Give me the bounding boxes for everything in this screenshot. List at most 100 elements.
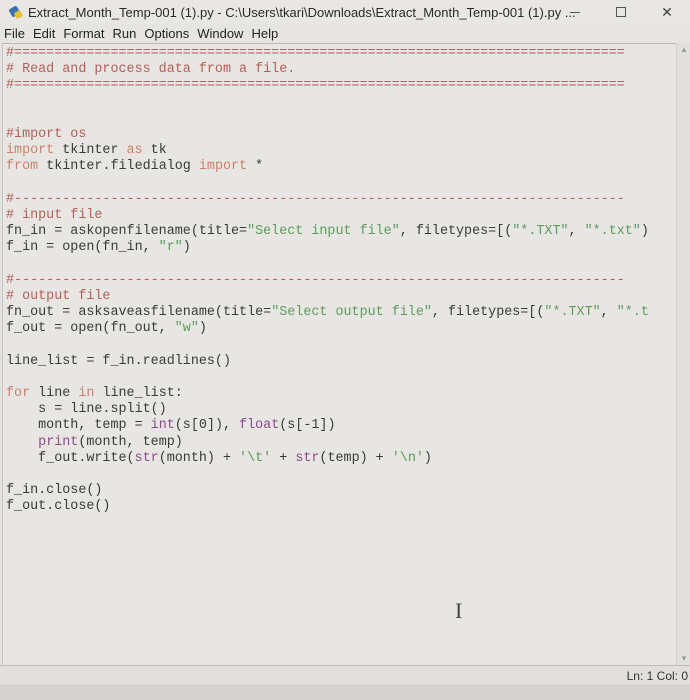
text-cursor-icon: I [455, 598, 463, 623]
code-line[interactable]: fn_in = askopenfilename(title="Select in… [6, 224, 649, 240]
code-line[interactable]: f_out = open(fn_out, "w") [6, 321, 649, 337]
status-bar: Ln: 1 Col: 0 [0, 665, 690, 685]
menu-file[interactable]: File [1, 26, 28, 41]
code-editor[interactable]: #=======================================… [2, 43, 676, 665]
code-token-kw: in [78, 385, 95, 401]
minimize-button[interactable] [552, 0, 598, 24]
code-line[interactable] [6, 111, 649, 127]
code-token-bi: print [38, 434, 79, 450]
code-token-def: line_list = f_in.readlines() [6, 353, 231, 369]
code-line[interactable]: for line in line_list: [6, 386, 649, 402]
code-token-bi: float [239, 418, 280, 434]
code-token-str: "r" [158, 240, 183, 256]
cursor-position: Ln: 1 Col: 0 [626, 669, 688, 683]
code-token-def: * [247, 159, 264, 175]
code-line[interactable]: fn_out = asksaveasfilename(title="Select… [6, 305, 649, 321]
code-line[interactable]: line_list = f_in.readlines() [6, 354, 649, 370]
code-token-kw: as [126, 143, 143, 159]
code-token-def [6, 435, 38, 450]
code-token-def: ) [198, 321, 207, 337]
title-bar[interactable]: Extract_Month_Temp-001 (1).py - C:\Users… [0, 0, 690, 24]
code-line[interactable]: f_in.close() [6, 483, 649, 499]
code-text[interactable]: #=======================================… [6, 46, 649, 515]
code-token-def: f_out.write( [6, 450, 135, 466]
code-token-def: tkinter [54, 143, 127, 159]
code-token-def: f_in.close() [6, 483, 103, 499]
code-line[interactable]: from tkinter.filedialog import * [6, 159, 649, 175]
code-token-bi: int [150, 418, 175, 434]
code-line[interactable] [6, 176, 649, 192]
code-token-bi: str [295, 450, 320, 466]
menu-run[interactable]: Run [110, 26, 140, 41]
code-token-def: s = line.split() [6, 402, 167, 418]
code-token-cmt: # output file [6, 288, 111, 304]
menu-options[interactable]: Options [141, 26, 192, 41]
code-token-cmt: #=======================================… [6, 78, 625, 94]
code-line[interactable] [6, 467, 649, 483]
code-token-def: line [30, 385, 79, 401]
menu-window[interactable]: Window [194, 26, 246, 41]
code-token-def: (temp) + [319, 450, 392, 466]
idle-editor-window: Extract_Month_Temp-001 (1).py - C:\Users… [0, 0, 690, 700]
code-token-def: (s[0]), [174, 418, 240, 434]
code-token-kw: import [6, 143, 55, 159]
code-line[interactable]: f_out.write(str(month) + '\t' + str(temp… [6, 451, 649, 467]
code-token-def: f_out = open(fn_out, [6, 321, 175, 337]
code-line[interactable]: #=======================================… [6, 78, 649, 94]
close-icon: ✕ [661, 3, 673, 20]
code-line[interactable] [6, 95, 649, 111]
code-token-def: line_list: [94, 385, 183, 401]
code-line[interactable]: f_in = open(fn_in, "r") [6, 240, 649, 256]
code-token-str: "*.TXT" [512, 224, 569, 240]
code-token-str: '\t' [239, 450, 272, 466]
menu-format[interactable]: Format [60, 26, 107, 41]
code-token-def: tkinter.filedialog [38, 159, 199, 175]
code-token-kw: from [6, 159, 39, 175]
code-token-kw: import [198, 159, 248, 175]
scroll-down-icon[interactable]: ▼ [680, 654, 688, 663]
code-line[interactable]: s = line.split() [6, 402, 649, 418]
code-line[interactable]: print(month, temp) [6, 435, 649, 451]
window-controls: ✕ [552, 0, 690, 24]
code-line[interactable] [6, 256, 649, 272]
code-token-def: (month) + [158, 450, 240, 466]
code-token-def: (month, temp) [78, 434, 183, 450]
code-line[interactable] [6, 370, 649, 386]
code-line[interactable]: #=======================================… [6, 46, 649, 62]
code-token-str: '\n' [391, 450, 424, 466]
code-token-def: + [271, 450, 296, 466]
menu-edit[interactable]: Edit [30, 26, 58, 41]
code-line[interactable]: #---------------------------------------… [6, 273, 649, 289]
code-token-cmt: #---------------------------------------… [6, 191, 625, 207]
code-line[interactable]: # input file [6, 208, 649, 224]
code-token-def: ) [182, 240, 191, 256]
code-token-def: f_out.close() [6, 499, 111, 515]
maximize-button[interactable] [598, 0, 644, 24]
code-token-str: "Select input file" [247, 224, 400, 240]
code-line[interactable] [6, 337, 649, 353]
code-token-def: ) [423, 450, 432, 466]
vertical-scrollbar[interactable]: ▲ ▼ [676, 43, 690, 665]
window-title: Extract_Month_Temp-001 (1).py - C:\Users… [28, 4, 576, 20]
code-token-def: fn_out = asksaveasfilename(title= [6, 305, 272, 320]
code-token-def: fn_in = askopenfilename(title= [6, 224, 248, 240]
code-line[interactable]: #---------------------------------------… [6, 192, 649, 208]
code-token-def: , filetypes=[( [399, 224, 513, 240]
code-token-str: "*.TXT" [544, 305, 601, 320]
code-token-def: ) [640, 224, 649, 240]
code-line[interactable]: # output file [6, 289, 649, 305]
code-token-str: "*.t [616, 305, 649, 320]
code-line[interactable]: import tkinter as tk [6, 143, 649, 159]
code-token-cmt: # Read and process data from a file. [6, 62, 296, 78]
code-token-def: tk [142, 143, 167, 159]
code-token-def: , [600, 305, 617, 320]
scroll-up-icon[interactable]: ▲ [680, 45, 688, 54]
code-line[interactable]: # Read and process data from a file. [6, 62, 649, 78]
code-line[interactable]: month, temp = int(s[0]), float(s[-1]) [6, 418, 649, 434]
close-button[interactable]: ✕ [644, 0, 690, 24]
python-idle-icon [8, 5, 24, 20]
code-token-def: , [568, 224, 585, 240]
code-line[interactable]: #import os [6, 127, 649, 143]
menu-help[interactable]: Help [248, 26, 281, 41]
code-line[interactable]: f_out.close() [6, 499, 649, 515]
